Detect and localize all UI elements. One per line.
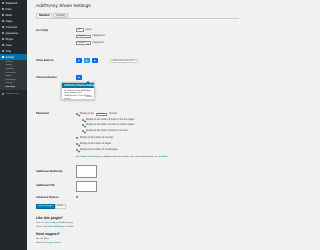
icon-size-input[interactable]: 32: [76, 28, 84, 32]
user-icon: [1, 43, 5, 47]
placement-note: See Widgets and Floating for additional …: [76, 156, 169, 158]
placement-checkbox[interactable]: [82, 124, 85, 127]
rating-link[interactable]: Give it a 5 star rating: [36, 222, 55, 224]
follow-link[interactable]: Follow AddToAny: [48, 226, 64, 228]
sharing-settings-tooltip: AddToAny Sharing Settings To customize y…: [61, 81, 96, 100]
placement-label: Placement: [36, 112, 49, 115]
universal-button-label: Universal Button: [36, 76, 57, 79]
support-forums-link[interactable]: support forums: [47, 242, 61, 244]
widgets-link[interactable]: Widgets: [80, 156, 88, 158]
collapse-menu[interactable]: Collapse menu: [0, 91, 27, 96]
placement-option-text: Display at the bottom of media pages: [80, 149, 118, 151]
dashboard-icon: [1, 1, 5, 5]
main-content: AddToAny Share Settings Standard Floatin…: [27, 0, 250, 250]
share-service-icon[interactable]: f: [76, 57, 82, 63]
faqs-link[interactable]: see the FAQs.: [155, 156, 168, 158]
foreground-label: foreground: [92, 41, 104, 44]
admin-sidebar: Dashboard Posts Media Pages Comments App…: [0, 0, 27, 250]
advanced-options-checkbox[interactable]: [76, 196, 79, 199]
pixels-label: pixels: [85, 28, 92, 31]
background-label: background: [92, 35, 105, 38]
additional-js-label: Additional JavaScript: [36, 170, 63, 173]
save-changes-button[interactable]: Save Changes: [36, 204, 56, 209]
placement-option-text: Display at the bottom of posts in the fe…: [86, 129, 128, 132]
submenu-addtoany[interactable]: AddToAny: [0, 86, 27, 90]
placement-option-text: Display at the bottom of posts on the fr…: [86, 118, 135, 121]
settings-icon: [1, 55, 5, 59]
placement-option-text: Display at the bottom of excerpts: [80, 137, 114, 139]
add-remove-services-button[interactable]: Add/Remove Services »: [110, 58, 139, 63]
tooltip-dismiss-link[interactable]: Dismiss: [85, 96, 92, 98]
placement-option-text: Display at the bottom of posts on archiv…: [86, 124, 135, 126]
placement-checkbox[interactable]: [82, 129, 85, 132]
placement-checkbox[interactable]: [76, 143, 79, 146]
plugin-icon: [1, 37, 5, 41]
additional-css-textarea[interactable]: [76, 181, 97, 192]
pin-icon: [1, 7, 5, 11]
support-faq-line: See the FAQs.: [36, 238, 50, 240]
share-service-icon[interactable]: t: [84, 57, 90, 63]
placement-checkbox[interactable]: [82, 118, 85, 121]
additional-css-label: Additional CSS: [36, 184, 55, 187]
support-heading: Need support?: [36, 232, 60, 236]
media-icon: [1, 13, 5, 17]
brush-icon: [1, 31, 5, 35]
floating-link[interactable]: Floating: [92, 156, 99, 158]
icon-style-label: Icon Style: [36, 29, 49, 32]
support-forum-line: Search the support forums.: [36, 242, 62, 244]
comment-icon: [1, 25, 5, 29]
additional-js-textarea[interactable]: [76, 165, 97, 178]
page-icon: [1, 19, 5, 23]
wrench-icon: [1, 49, 5, 53]
collapse-icon: [1, 92, 5, 96]
placement-option-text: Display at the: [80, 113, 94, 115]
background-select[interactable]: Original: [76, 34, 91, 39]
placement-checkbox[interactable]: [76, 149, 79, 152]
page-title: AddToAny Share Settings: [36, 4, 91, 9]
settings-submenu: General Writing Reading Discussion Media…: [0, 60, 27, 91]
foreground-select[interactable]: Original: [76, 41, 91, 45]
share-service-icon[interactable]: +: [92, 57, 98, 63]
placement-position-select[interactable]: bottom: [96, 112, 107, 117]
universal-share-icon[interactable]: +: [76, 74, 82, 80]
placement-option-suffix: of posts: [109, 113, 118, 115]
placement-checkbox[interactable]: [76, 137, 79, 140]
share-buttons-label: Share Buttons: [36, 59, 54, 62]
placement-checkbox[interactable]: [76, 113, 79, 116]
advanced-options-label: Advanced Options: [36, 196, 59, 199]
like-plugin-heading: Like this plugin?: [36, 216, 63, 220]
share-follow-line: Share it and Follow AddToAny on Twitter.: [36, 226, 74, 228]
placement-option-text: Display at the bottom of pages: [80, 143, 112, 145]
rating-line: Give it a 5 star rating on WordPress.org…: [36, 222, 74, 224]
reset-button[interactable]: Reset: [55, 204, 66, 209]
